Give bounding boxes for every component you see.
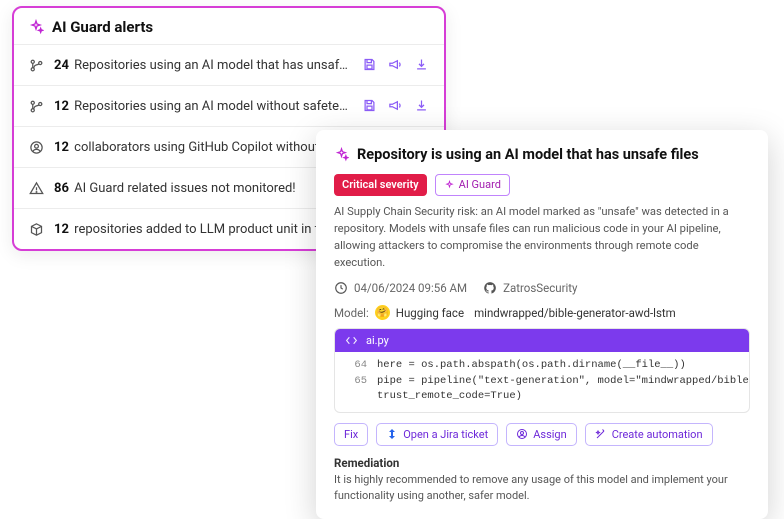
announce-icon[interactable] [388,98,404,114]
warning-icon [28,180,44,196]
remediation-heading: Remediation [334,456,750,470]
code-header: ai.py [335,329,749,352]
sparkle-icon [444,180,455,191]
alert-text: 24 Repositories using an AI model that h… [54,58,352,73]
model-row: Model: 🤗 Hugging face mindwrapped/bible-… [334,305,750,320]
save-icon[interactable] [362,57,378,73]
alert-detail-card: Repository is using an AI model that has… [316,130,768,519]
assign-button[interactable]: Assign [506,423,576,446]
timestamp: 04/06/2024 09:56 AM [354,281,467,295]
code-snippet: ai.py 64here = os.path.abspath(os.path.d… [334,328,750,413]
code-icon [345,334,358,347]
sparkle-icon [334,147,349,162]
github-icon [483,281,497,295]
package-icon [28,221,44,237]
code-filename: ai.py [366,334,389,347]
alert-text: 12 Repositories using an AI model withou… [54,99,352,114]
create-automation-button[interactable]: Create automation [585,423,713,446]
alert-row-no-safetensors[interactable]: 12 Repositories using an AI model withou… [14,85,444,126]
branch-icon [28,57,44,73]
severity-badge: Critical severity [334,174,427,196]
save-icon[interactable] [362,98,378,114]
announce-icon[interactable] [388,57,404,73]
person-icon [28,139,44,155]
model-id: mindwrapped/bible-generator-awd-lstm [474,306,676,320]
model-provider: Hugging face [396,306,464,320]
remediation-body: It is highly recommended to remove any u… [334,472,750,505]
alerts-header: AI Guard alerts [14,8,444,44]
open-jira-button[interactable]: Open a Jira ticket [376,423,498,446]
detail-title: Repository is using an AI model that has… [357,146,699,164]
sparkle-icon [28,19,44,35]
jira-icon [386,428,398,440]
clock-icon [334,281,348,295]
alert-row-unsafe-files[interactable]: 24 Repositories using an AI model that h… [14,44,444,85]
alerts-title: AI Guard alerts [52,18,153,36]
wand-icon [595,428,607,440]
detail-description: AI Supply Chain Security risk: an AI mod… [334,204,750,271]
download-icon[interactable] [414,57,430,73]
branch-icon [28,98,44,114]
ai-guard-badge: AI Guard [435,174,510,196]
fix-button[interactable]: Fix [334,423,368,446]
huggingface-icon: 🤗 [375,305,390,320]
person-icon [516,428,528,440]
detail-meta: 04/06/2024 09:56 AM ZatrosSecurity [334,281,750,295]
action-row: Fix Open a Jira ticket Assign Create aut… [334,423,750,446]
org-name: ZatrosSecurity [503,281,577,295]
code-body: 64here = os.path.abspath(os.path.dirname… [335,352,749,412]
download-icon[interactable] [414,98,430,114]
